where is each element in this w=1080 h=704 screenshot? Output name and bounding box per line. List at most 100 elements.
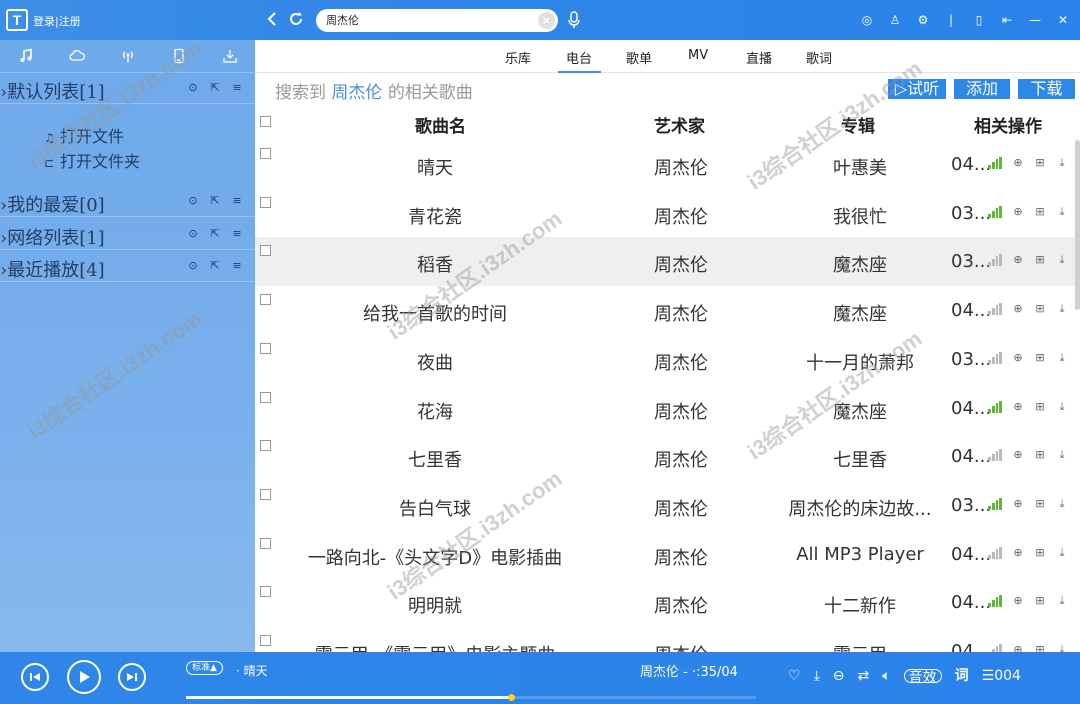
download-song-icon[interactable]: ⤓ (1056, 546, 1068, 559)
add-to-list-icon[interactable]: ⊞ (1034, 546, 1046, 559)
add-button[interactable]: 添加 (954, 79, 1010, 99)
row-checkbox[interactable] (260, 537, 271, 549)
tab-live[interactable]: 直播 (746, 48, 772, 67)
download-song-icon[interactable]: ⤓ (1056, 254, 1068, 266)
add-to-list-icon[interactable]: ⊞ (1034, 254, 1046, 266)
favorite-heart-icon[interactable]: ♡ (788, 668, 801, 684)
tab-cloud[interactable] (51, 40, 102, 72)
add-to-list-icon[interactable]: ⊞ (1034, 449, 1046, 461)
sound-effect-button[interactable]: 音效 (903, 669, 942, 686)
progress-knob[interactable] (507, 694, 515, 701)
add-to-list-icon[interactable]: ⊞ (1034, 400, 1046, 413)
row-checkbox[interactable] (260, 440, 271, 452)
tab-music[interactable] (0, 40, 51, 72)
table-row[interactable]: 一路向北-《头文字D》电影插曲 周杰伦 All MP3 Player 04... ⊕ ⊞ ⤓ (255, 530, 1080, 579)
scrollbar[interactable] (1075, 140, 1080, 310)
globe-icon[interactable]: ⊕ (1012, 644, 1024, 653)
row-checkbox[interactable] (260, 488, 271, 500)
download-button[interactable]: 下载 (1018, 79, 1075, 99)
song-title[interactable]: 明明就 (275, 592, 595, 618)
row-checkbox[interactable] (260, 294, 271, 306)
add-to-list-icon[interactable]: ⊞ (1034, 644, 1046, 653)
menu-icon[interactable]: ≡ (231, 195, 243, 207)
microphone-icon[interactable] (568, 11, 580, 29)
row-checkbox[interactable] (260, 342, 271, 354)
add-to-list-icon[interactable]: ⊞ (1034, 157, 1046, 169)
tab-lyrics[interactable]: 歌词 (806, 48, 832, 67)
playlist-favorites[interactable]: ›我的最爱[0] ⊙ ⇱ ≡ (0, 187, 255, 217)
table-row[interactable]: 告白气球 周杰伦 周杰伦的床边故... 03... ⊕ ⊞ ⤓ (255, 481, 1080, 530)
table-row[interactable]: 晴天 周杰伦 叶惠美 04... ⊕ ⊞ ⤓ (255, 140, 1080, 189)
tab-library[interactable]: 乐库 (505, 48, 531, 67)
globe-icon[interactable]: ⊕ (1012, 497, 1024, 510)
download-song-icon[interactable]: ⤓ (1056, 595, 1068, 607)
globe-icon[interactable]: ⊕ (1012, 546, 1024, 559)
progress-bar[interactable] (186, 694, 756, 701)
play-playlist-icon[interactable]: ⊙ (187, 195, 199, 207)
download-song-icon[interactable]: ⤓ (1056, 400, 1068, 413)
column-album[interactable]: 专辑 (841, 112, 875, 137)
song-title[interactable]: 花海 (275, 398, 595, 424)
row-checkbox[interactable] (260, 245, 271, 257)
table-row[interactable]: 明明就 周杰伦 十二新作 04... ⊕ ⊞ ⤓ (255, 578, 1080, 627)
row-checkbox[interactable] (260, 635, 271, 646)
song-title[interactable]: 青花瓷 (275, 203, 595, 229)
song-title[interactable]: 晴天 (275, 154, 595, 180)
table-row[interactable]: 七里香 周杰伦 七里香 04... ⊕ ⊞ ⤓ (255, 432, 1080, 481)
next-button[interactable] (118, 663, 146, 691)
open-folder-item[interactable]: ⊏ 打开文件夹 (44, 148, 140, 172)
volume-icon[interactable]: 🔈︎ (882, 668, 890, 684)
row-checkbox[interactable] (260, 196, 271, 208)
login-register-link[interactable]: 登录|注册 (33, 13, 81, 29)
add-to-list-icon[interactable]: ⊞ (1034, 595, 1046, 607)
song-title[interactable]: 七里香 (275, 446, 595, 472)
phone-icon[interactable]: ▯ (972, 13, 986, 27)
more-icon[interactable]: ⊖ (833, 668, 845, 684)
row-checkbox[interactable] (260, 586, 271, 598)
tab-playlists[interactable]: 歌单 (626, 48, 652, 67)
globe-icon[interactable]: ⊕ (1012, 449, 1024, 461)
table-row[interactable]: 夜曲 周杰伦 十一月的萧邦 03... ⊕ ⊞ ⤓ (255, 335, 1080, 384)
play-playlist-icon[interactable]: ⊙ (187, 228, 199, 240)
row-checkbox[interactable] (260, 391, 271, 403)
minimize-icon[interactable]: — (1028, 13, 1042, 27)
download-icon[interactable]: ⤓ (814, 668, 820, 684)
download-song-icon[interactable]: ⤓ (1056, 351, 1068, 364)
add-to-list-icon[interactable]: ⊞ (1034, 351, 1046, 364)
globe-icon[interactable]: ⊕ (1012, 303, 1024, 315)
song-title[interactable]: 给我一首歌的时间 (275, 300, 595, 326)
song-title[interactable]: 霍元甲-《霍元甲》电影主题曲 (275, 641, 595, 652)
globe-icon[interactable]: ⊕ (1012, 595, 1024, 607)
globe-icon[interactable]: ⊕ (1012, 254, 1024, 266)
menu-icon[interactable]: ≡ (231, 260, 243, 272)
table-row[interactable]: 青花瓷 周杰伦 我很忙 03... ⊕ ⊞ ⤓ (255, 189, 1080, 238)
globe-icon[interactable]: ⊕ (1012, 351, 1024, 364)
song-title[interactable]: 一路向北-《头文字D》电影插曲 (275, 544, 595, 570)
repeat-mode-icon[interactable]: ⇄ (858, 668, 870, 684)
globe-icon[interactable]: ⊕ (1012, 400, 1024, 413)
refresh-icon[interactable] (288, 10, 306, 30)
play-playlist-icon[interactable]: ⊙ (187, 82, 199, 94)
tab-radio[interactable] (102, 40, 153, 72)
share-icon[interactable]: ⇱ (209, 82, 221, 94)
play-playlist-icon[interactable]: ⊙ (187, 260, 199, 272)
skin-icon[interactable]: ◎ (860, 13, 874, 27)
download-song-icon[interactable]: ⤓ (1056, 449, 1068, 461)
tab-device[interactable] (153, 40, 204, 72)
download-song-icon[interactable]: ⤓ (1056, 303, 1068, 315)
playlist-recent[interactable]: ›最近播放[4] ⊙ ⇱ ≡ (0, 252, 255, 282)
lyric-button[interactable]: 词 (955, 668, 969, 684)
open-file-item[interactable]: ♫ 打开文件 (44, 123, 124, 147)
tab-mv[interactable]: MV (688, 48, 708, 63)
play-button[interactable] (67, 660, 101, 694)
column-artist[interactable]: 艺术家 (654, 112, 705, 137)
select-all-checkbox[interactable] (260, 116, 271, 127)
share-icon[interactable]: ⇱ (209, 228, 221, 240)
previous-button[interactable] (21, 663, 49, 691)
playlist-queue-button[interactable]: ☰004 (982, 668, 1021, 684)
back-icon[interactable] (265, 10, 281, 30)
wardrobe-icon[interactable]: ♙ (888, 13, 902, 27)
table-row[interactable]: 稻香 周杰伦 魔杰座 03... ⊕ ⊞ ⤓ (255, 237, 1080, 287)
download-song-icon[interactable]: ⤓ (1056, 157, 1068, 169)
table-row[interactable]: 花海 周杰伦 魔杰座 04... ⊕ ⊞ ⤓ (255, 384, 1080, 433)
